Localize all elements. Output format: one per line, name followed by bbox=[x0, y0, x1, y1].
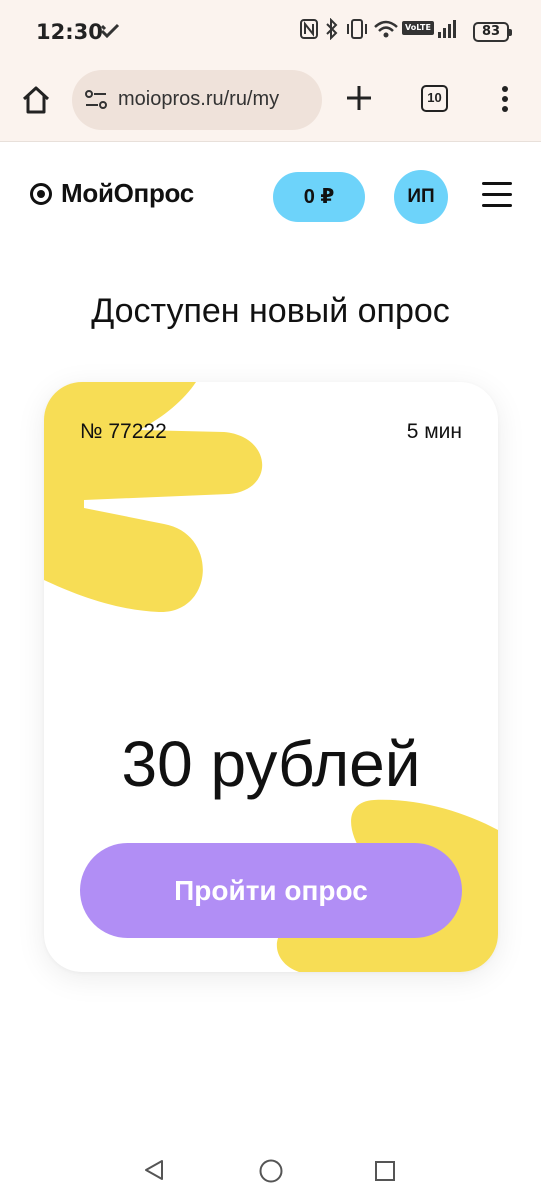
hamburger-menu-icon[interactable] bbox=[482, 182, 512, 210]
avatar[interactable]: ИП bbox=[394, 170, 448, 224]
new-tab-icon[interactable] bbox=[344, 83, 374, 118]
status-bar: 12:30 VoLTE 83 bbox=[0, 0, 541, 68]
signal-icon bbox=[437, 18, 459, 45]
vibrate-icon bbox=[345, 18, 369, 45]
survey-reward: 30 рублей bbox=[121, 728, 421, 800]
system-nav-bar bbox=[0, 1140, 541, 1200]
url-text: moiopros.ru/ru/my bbox=[118, 88, 280, 110]
survey-card: № 77222 5 мин 30 рублей Пройти опрос bbox=[44, 382, 498, 972]
status-icons: VoLTE 83 bbox=[299, 17, 512, 46]
volte-badge: VoLTE bbox=[402, 21, 434, 35]
recents-icon[interactable] bbox=[374, 1160, 396, 1187]
more-menu-icon[interactable] bbox=[500, 84, 510, 119]
survey-duration: 5 мин bbox=[406, 420, 462, 443]
browser-toolbar: moiopros.ru/ru/my 10 bbox=[0, 68, 541, 142]
home-icon[interactable] bbox=[20, 84, 52, 116]
logo-text: МойОпрос bbox=[61, 178, 194, 208]
data-saver-icon bbox=[100, 22, 120, 43]
screen: 12:30 VoLTE 83 moiopros.ru/ru/my 10 МойО… bbox=[0, 0, 541, 1200]
balance-button[interactable]: 0 ₽ bbox=[273, 172, 365, 222]
logo-mark-icon bbox=[30, 182, 52, 205]
battery-indicator: 83 bbox=[473, 22, 512, 42]
survey-number: № 77222 bbox=[80, 420, 167, 443]
bluetooth-icon bbox=[325, 17, 339, 45]
take-survey-button[interactable]: Пройти опрос bbox=[80, 843, 462, 938]
site-settings-icon[interactable] bbox=[84, 88, 108, 117]
site-logo[interactable]: МойОпрос bbox=[30, 178, 194, 209]
page-title: Доступен новый опрос bbox=[91, 292, 450, 330]
tab-switcher-button[interactable]: 10 bbox=[421, 85, 448, 112]
wifi-icon bbox=[373, 18, 399, 45]
nfc-icon bbox=[299, 18, 319, 45]
status-time: 12:30 bbox=[36, 20, 103, 44]
home-nav-icon[interactable] bbox=[258, 1158, 284, 1189]
back-icon[interactable] bbox=[142, 1158, 166, 1187]
address-bar[interactable]: moiopros.ru/ru/my bbox=[72, 70, 322, 130]
